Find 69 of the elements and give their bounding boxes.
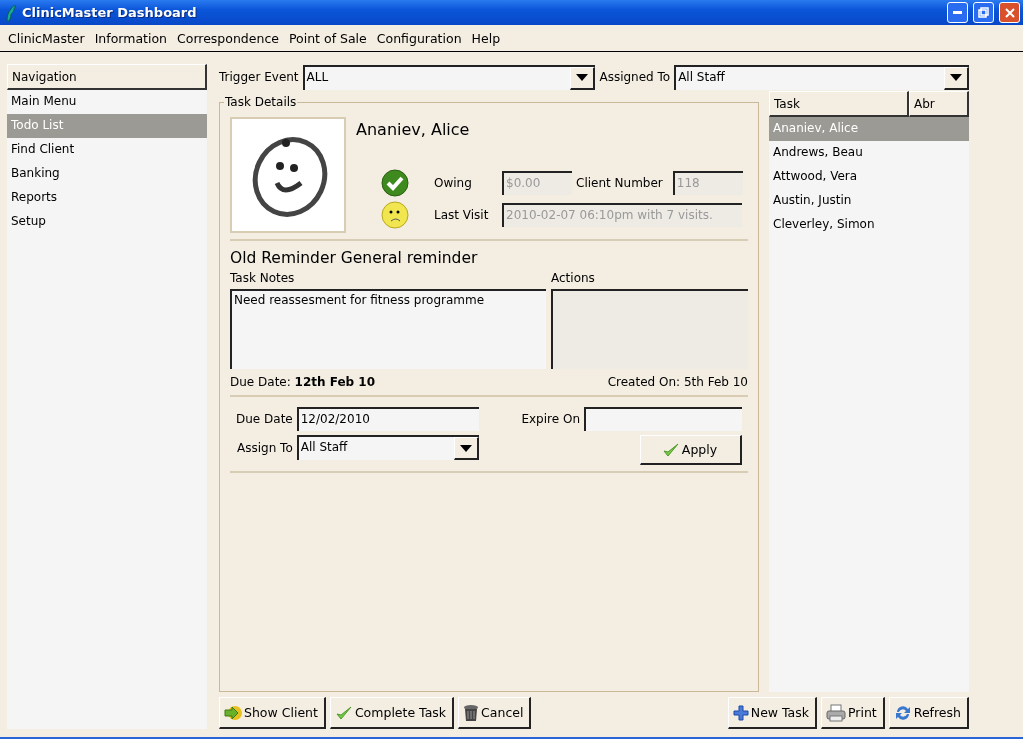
navigation-header: Navigation bbox=[7, 64, 207, 90]
checkmark-icon bbox=[661, 441, 680, 458]
field-label: Client Number bbox=[576, 176, 663, 190]
minimize-icon bbox=[953, 11, 962, 14]
field-label: Due Date bbox=[236, 412, 293, 426]
navigation-item[interactable]: Setup bbox=[7, 210, 207, 234]
expire-on-field[interactable] bbox=[584, 407, 742, 431]
created-on-text: Created On: 5th Feb 10 bbox=[607, 375, 748, 389]
dropdown-button[interactable] bbox=[453, 437, 479, 460]
navigation-item[interactable]: Main Menu bbox=[7, 90, 207, 114]
action-button[interactable]: Refresh bbox=[888, 697, 969, 729]
due-date-summary: Due Date: 12th Feb 10 bbox=[230, 375, 376, 389]
check-circle-icon bbox=[381, 169, 409, 197]
action-button[interactable]: New Task bbox=[727, 697, 817, 729]
dropdown-arrow-icon bbox=[950, 74, 962, 81]
plus-icon bbox=[732, 704, 749, 721]
action-button[interactable]: Complete Task bbox=[329, 697, 455, 729]
action-button[interactable]: Cancel bbox=[458, 697, 532, 729]
task-notes-field[interactable]: Need reassesment for fitness programme bbox=[230, 289, 546, 369]
refresh-icon bbox=[893, 703, 912, 722]
field-label: Assigned To bbox=[599, 70, 671, 84]
field-label: Assign To bbox=[237, 440, 293, 455]
field-label: Trigger Event bbox=[219, 70, 299, 84]
panel-title: Task Details bbox=[224, 95, 298, 109]
trigger-event-dropdown[interactable]: ALL bbox=[302, 64, 596, 90]
app-icon bbox=[3, 3, 17, 22]
task-list-row[interactable]: Austin, Justin bbox=[769, 189, 969, 213]
restore-icon bbox=[978, 7, 989, 18]
action-button[interactable]: Show Client bbox=[219, 697, 326, 729]
close-button[interactable] bbox=[999, 2, 1020, 23]
field-label: Last Visit bbox=[434, 208, 489, 222]
dropdown-button[interactable] bbox=[570, 66, 596, 90]
task-list-row[interactable]: Attwood, Vera bbox=[769, 165, 969, 189]
printer-icon bbox=[826, 703, 846, 722]
apply-button[interactable]: Apply bbox=[640, 435, 742, 465]
restore-button[interactable] bbox=[973, 2, 994, 23]
field-label: Actions bbox=[551, 271, 596, 285]
menu-item[interactable]: ClinicMaster bbox=[3, 30, 90, 46]
navigation-item[interactable]: Banking bbox=[7, 162, 207, 186]
menu-item[interactable]: Point of Sale bbox=[284, 30, 372, 46]
checkmark-icon bbox=[334, 704, 353, 721]
menu-item[interactable]: Correspondence bbox=[172, 30, 284, 46]
field-label: Task Notes bbox=[230, 271, 296, 285]
dropdown-button[interactable] bbox=[944, 66, 969, 90]
close-icon bbox=[1004, 7, 1015, 18]
task-list-row[interactable]: Andrews, Beau bbox=[769, 141, 969, 165]
window-title: ClinicMaster Dashboard bbox=[22, 5, 198, 20]
navigation-item[interactable]: Find Client bbox=[7, 138, 207, 162]
assign-to-dropdown[interactable]: All Staff bbox=[296, 435, 479, 460]
task-title: Old Reminder General reminder bbox=[230, 249, 479, 267]
field-label: Expire On bbox=[521, 412, 580, 426]
due-date-field[interactable]: 12/02/2010 bbox=[296, 407, 479, 431]
column-header[interactable]: Task bbox=[769, 91, 909, 117]
column-header[interactable]: Abr bbox=[909, 91, 969, 117]
client-name: Ananiev, Alice bbox=[356, 120, 471, 139]
dropdown-arrow-icon bbox=[576, 74, 589, 81]
field-label: Owing bbox=[434, 176, 472, 190]
arrow-icon bbox=[224, 704, 242, 721]
assigned-to-dropdown[interactable]: All Staff bbox=[674, 64, 969, 90]
dropdown-arrow-icon bbox=[459, 444, 472, 452]
minimize-button[interactable] bbox=[947, 2, 968, 23]
trash-can-icon bbox=[463, 703, 480, 722]
menu-item[interactable]: Information bbox=[89, 30, 172, 46]
task-list-row[interactable]: Cleverley, Simon bbox=[769, 213, 969, 237]
navigation-item[interactable]: Reports bbox=[7, 186, 207, 210]
sad-face-icon bbox=[381, 201, 409, 229]
menu-item[interactable]: Configuration bbox=[371, 30, 467, 46]
menu-item[interactable]: Help bbox=[466, 30, 506, 46]
action-button[interactable]: Print bbox=[821, 697, 885, 729]
